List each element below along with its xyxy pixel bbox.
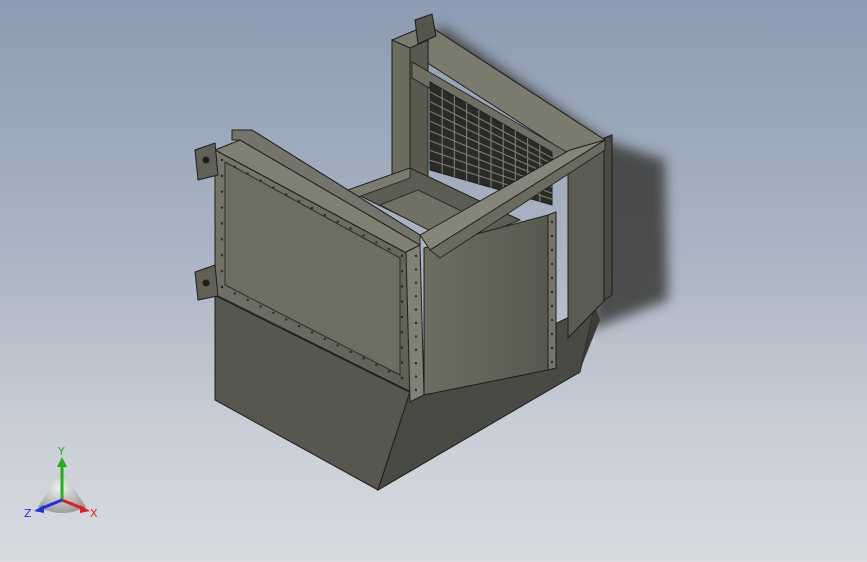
z-axis-label: Z <box>24 507 32 520</box>
x-axis-label: X <box>90 507 98 520</box>
y-arrow-icon <box>57 457 67 467</box>
y-axis-label: Y <box>57 445 65 458</box>
graphics-viewport[interactable]: Y X Z <box>0 0 867 562</box>
3d-model-view[interactable] <box>0 0 867 562</box>
orientation-triad: Y X Z <box>20 445 110 530</box>
enclosure-model[interactable] <box>194 13 613 492</box>
